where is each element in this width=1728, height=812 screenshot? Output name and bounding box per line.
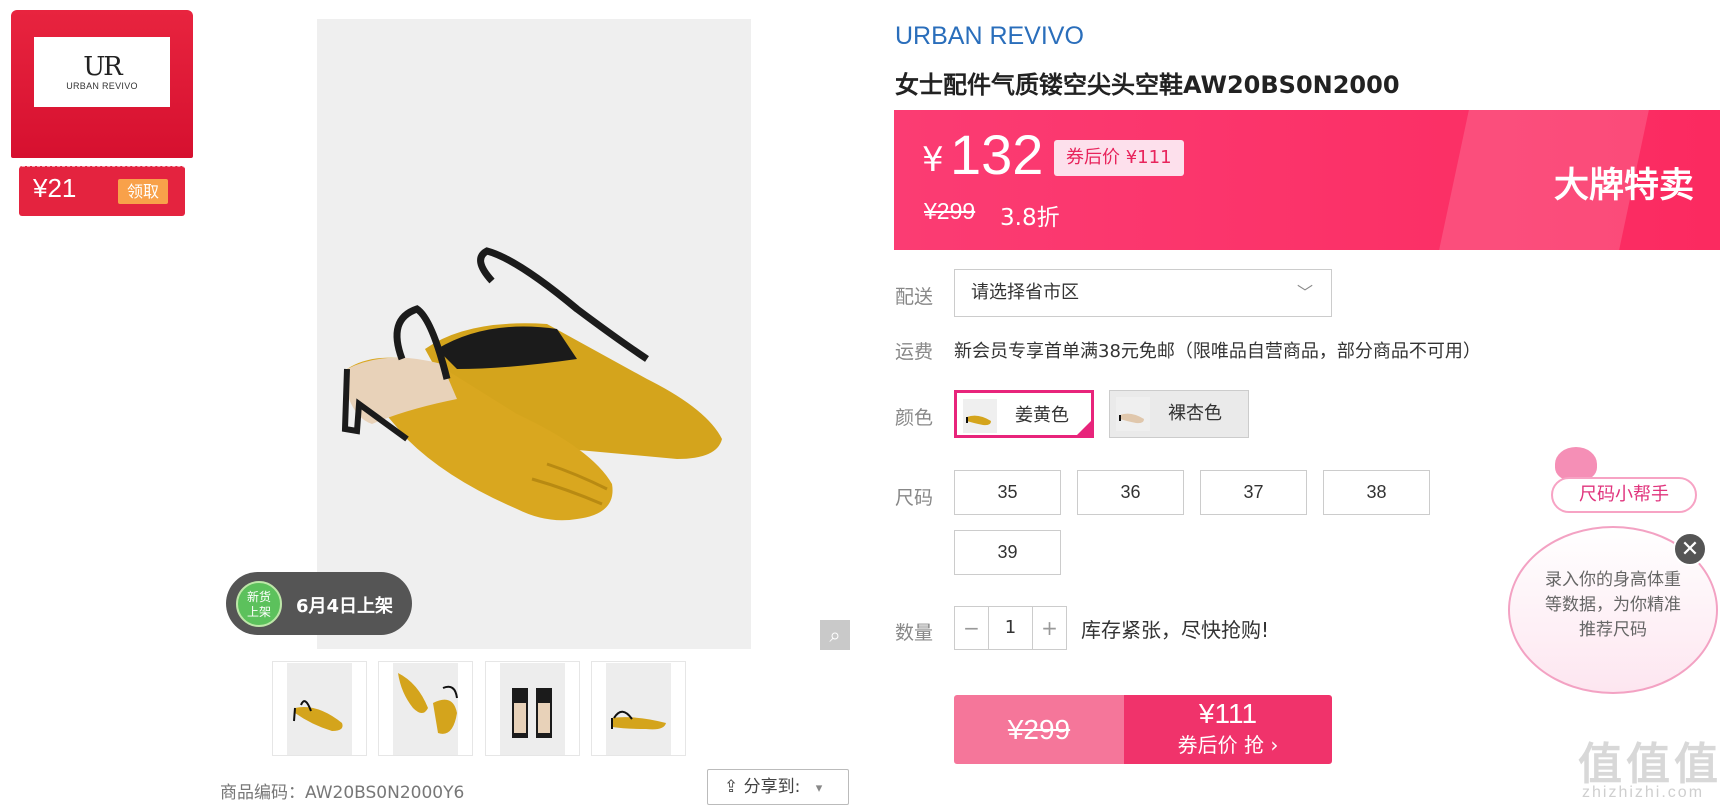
color-label: 颜色 [895,407,934,429]
shoe-swatch-icon [1119,413,1144,424]
buy-price: ¥111 [1198,698,1258,729]
discount-rate: 3.8折 [1000,205,1060,231]
coupon-value: ¥21 [33,173,77,203]
shoe-thumb-icon [512,688,552,738]
promo-label: 大牌特卖 [1554,166,1695,206]
quantity-stepper: − 1 + [954,606,1067,650]
size-label: 尺码 [895,487,934,509]
product-title: 女士配件气质镂空尖头空鞋AW20BS0N2000 [895,71,1400,99]
product-code: 商品编码：AW20BS0N2000Y6 [220,778,464,803]
color-option-label: 姜黄色 [1015,405,1069,426]
brand-link[interactable]: URBAN REVIVO [895,22,1084,51]
size-option[interactable]: 36 [1077,470,1184,515]
coupon-header: UR URBAN REVIVO [11,10,193,158]
buy-now-button[interactable]: ¥111 券后价 抢 › [1124,695,1332,764]
region-select-value: 请选择省市区 [971,282,1079,303]
new-arrival-icon: 新货 上架 [236,581,282,627]
shoe-illustration [341,247,722,521]
shoe-thumb-icon [611,710,666,730]
color-option-label: 裸杏色 [1168,403,1222,424]
brand-logo: UR URBAN REVIVO [34,37,170,107]
buy-label: 券后价 抢 › [1177,733,1279,757]
color-option-nude[interactable]: 裸杏色 [1109,390,1249,438]
size-helper-text: 录入你的身高体重等数据，为你精准推荐尺码 [1545,570,1681,640]
thumbnail-3[interactable] [485,661,580,756]
watermark-url: zhizhizhi.com [1582,784,1705,801]
magnifier-icon[interactable]: ⌕ [820,620,850,650]
share-label: 分享到: [743,777,801,797]
logo-mark: UR [83,51,122,82]
size-option[interactable]: 39 [954,530,1061,575]
quantity-input[interactable]: 1 [988,607,1033,649]
region-select[interactable]: 请选择省市区 ﹀ [954,269,1332,317]
increment-button[interactable]: + [1033,607,1066,649]
price-banner: ¥ 132 券后价 ¥111 ¥299 3.8折 大牌特卖 [894,110,1720,250]
quantity-label: 数量 [895,622,934,644]
original-price: ¥299 [924,198,976,224]
watermark-logo: 值值值 [1578,739,1722,790]
mascot-icon [1555,447,1597,481]
claim-coupon-button[interactable]: 领取 [118,179,168,204]
color-option-ginger[interactable]: 姜黄色 [954,390,1094,438]
shoe-thumb-icon [398,673,458,734]
product-code-label: 商品编码： [220,783,305,803]
store-coupon[interactable]: UR URBAN REVIVO ¥21 领取 [11,10,193,216]
size-option[interactable]: 38 [1323,470,1430,515]
chevron-down-icon: ﹀ [1296,283,1313,302]
shipping-text: 新会员专享首单满38元免邮（限唯品自营商品，部分商品不可用） [954,341,1481,362]
logo-text: URBAN REVIVO [66,80,138,91]
thumbnail-image [500,663,565,755]
size-option[interactable]: 37 [1200,470,1307,515]
share-icon: ⇪ [724,777,739,797]
close-icon[interactable]: ✕ [1673,532,1707,566]
thumbnail-4[interactable] [591,661,686,756]
color-swatch [963,399,997,433]
arrival-date: 6月4日上架 [296,596,394,617]
current-price: 132 [950,123,1044,186]
new-arrival-badge: 新货 上架 6月4日上架 [226,572,412,635]
main-product-image[interactable] [317,19,751,649]
share-button[interactable]: ⇪ 分享到: ▾ [707,769,849,805]
delivery-label: 配送 [895,286,934,308]
buy-original-price[interactable]: ¥299 [954,695,1124,764]
thumbnail-image [287,663,352,755]
selected-check-icon [1074,418,1094,438]
stock-note: 库存紧张，尽快抢购! [1081,618,1270,642]
thumbnail-1[interactable] [272,661,367,756]
coupon-body: ¥21 领取 [19,166,185,216]
thumbnail-image [606,663,671,755]
size-helper-title[interactable]: 尺码小帮手 [1551,477,1697,513]
thumbnail-image [393,663,458,755]
caret-down-icon: ▾ [815,781,823,796]
color-swatch [1116,397,1150,431]
after-coupon-price: 券后价 ¥111 [1054,140,1184,176]
currency-symbol: ¥ [922,140,944,180]
thumbnail-2[interactable] [378,661,473,756]
size-option[interactable]: 35 [954,470,1061,515]
shoe-swatch-icon [966,415,991,426]
decrement-button[interactable]: − [955,607,988,649]
product-code-value: AW20BS0N2000Y6 [305,783,465,803]
shoe-thumb-icon [293,700,343,731]
shipping-label: 运费 [895,341,934,363]
